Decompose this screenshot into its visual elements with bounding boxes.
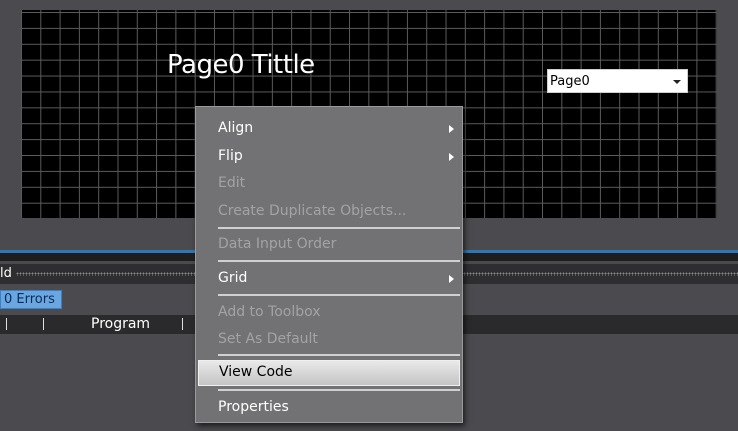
menu-item-data-input-order: Data Input Order bbox=[196, 232, 462, 258]
menu-separator bbox=[218, 294, 460, 296]
menu-separator bbox=[218, 389, 460, 391]
menu-item-label: Create Duplicate Objects... bbox=[218, 203, 407, 219]
column-divider[interactable] bbox=[6, 318, 7, 330]
menu-item-label: Flip bbox=[218, 148, 243, 164]
submenu-arrow-icon bbox=[449, 153, 454, 161]
menu-item-set-as-default: Set As Default bbox=[196, 327, 462, 353]
page-select-dropdown[interactable]: Page0 bbox=[547, 69, 688, 93]
context-menu: Align Flip Edit Create Duplicate Objects… bbox=[195, 106, 463, 423]
menu-item-edit: Edit bbox=[196, 171, 462, 197]
menu-item-properties[interactable]: Properties bbox=[196, 395, 462, 421]
menu-item-label: Align bbox=[218, 120, 254, 136]
menu-separator bbox=[218, 260, 460, 262]
column-divider[interactable] bbox=[43, 318, 44, 330]
menu-item-create-duplicate: Create Duplicate Objects... bbox=[196, 199, 462, 225]
menu-item-label: Grid bbox=[218, 270, 248, 286]
errors-filter-button[interactable]: 0 Errors bbox=[0, 290, 62, 309]
menu-item-label: Data Input Order bbox=[218, 236, 337, 252]
errors-count-label: 0 Errors bbox=[4, 292, 55, 307]
menu-item-view-code[interactable]: View Code bbox=[198, 360, 460, 386]
menu-item-label: Edit bbox=[218, 175, 246, 191]
menu-item-label: Set As Default bbox=[218, 331, 318, 347]
submenu-arrow-icon bbox=[449, 125, 454, 133]
submenu-arrow-icon bbox=[449, 275, 454, 283]
menu-separator bbox=[218, 354, 460, 356]
menu-item-flip[interactable]: Flip bbox=[196, 144, 462, 170]
menu-item-align[interactable]: Align bbox=[196, 116, 462, 142]
menu-item-grid[interactable]: Grid bbox=[196, 266, 462, 292]
menu-item-label: Add to Toolbox bbox=[218, 304, 321, 320]
build-panel-title: ld bbox=[0, 266, 12, 281]
menu-item-add-to-toolbox: Add to Toolbox bbox=[196, 300, 462, 326]
chevron-down-icon[interactable] bbox=[673, 80, 681, 84]
menu-separator bbox=[218, 227, 460, 229]
column-divider[interactable] bbox=[182, 318, 183, 330]
menu-item-label: View Code bbox=[219, 364, 293, 380]
page-select-value: Page0 bbox=[550, 74, 590, 89]
page-title-label[interactable]: Page0 Tittle bbox=[167, 50, 315, 80]
menu-item-label: Properties bbox=[218, 399, 289, 415]
column-header-program[interactable]: Program bbox=[91, 316, 150, 332]
